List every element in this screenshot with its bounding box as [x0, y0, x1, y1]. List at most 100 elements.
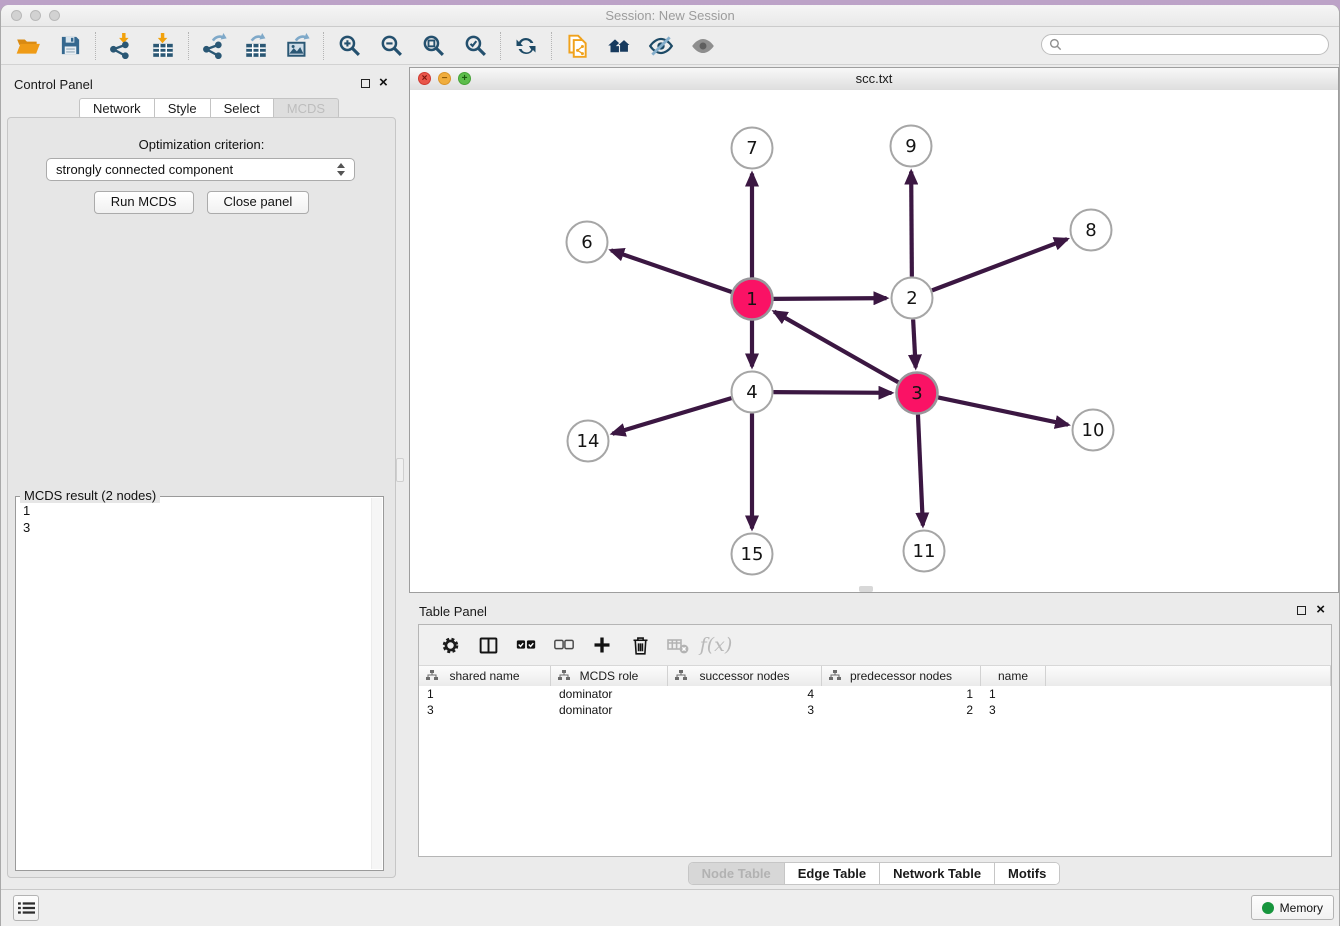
- task-history-button[interactable]: [13, 895, 39, 921]
- mcds-result-text[interactable]: 1 3: [17, 500, 371, 869]
- tab-style[interactable]: Style: [155, 98, 211, 119]
- table-settings-button[interactable]: [431, 630, 469, 660]
- zoom-out-icon: [379, 33, 404, 58]
- float-table-panel-icon[interactable]: [1297, 606, 1306, 615]
- zoom-out-button[interactable]: [370, 31, 412, 61]
- network-view-window: × − + scc.txt 7968124314101511: [409, 67, 1339, 593]
- column-header-predecessor-nodes[interactable]: predecessor nodes: [822, 666, 981, 686]
- network-window-title: scc.txt: [410, 68, 1338, 90]
- import-network-button[interactable]: [100, 31, 142, 61]
- table-rows: 1dominator4113dominator323: [419, 686, 1331, 856]
- fx-icon: f(x): [700, 634, 733, 656]
- edge-1-6[interactable]: [611, 250, 732, 292]
- edge-1-2[interactable]: [773, 298, 886, 299]
- edge-3-1[interactable]: [774, 312, 898, 383]
- column-header-successor-nodes[interactable]: successor nodes: [668, 666, 822, 686]
- edge-2-9[interactable]: [911, 171, 912, 276]
- import-table-button[interactable]: [142, 31, 184, 61]
- zoom-in-button[interactable]: [328, 31, 370, 61]
- column-header-name[interactable]: name: [981, 666, 1046, 686]
- tab-edge-table[interactable]: Edge Table: [784, 863, 879, 884]
- unchecked-boxes-icon: [553, 634, 575, 656]
- cell[interactable]: 2: [822, 702, 981, 718]
- tab-select[interactable]: Select: [211, 98, 274, 119]
- search-field[interactable]: [1041, 34, 1329, 55]
- close-table-panel-icon[interactable]: ×: [1316, 604, 1325, 616]
- column-header-MCDS-role[interactable]: MCDS role: [551, 666, 668, 686]
- float-panel-icon[interactable]: [361, 79, 370, 88]
- clone-network-button[interactable]: [556, 31, 598, 61]
- table-row[interactable]: 3dominator323: [419, 702, 1331, 718]
- checked-boxes-icon: [515, 634, 537, 656]
- cell[interactable]: 3: [668, 702, 822, 718]
- network-canvas[interactable]: 7968124314101511: [410, 90, 1338, 592]
- memory-button[interactable]: Memory: [1251, 895, 1334, 920]
- cell[interactable]: 1: [822, 686, 981, 702]
- toolbar-divider: [323, 32, 324, 60]
- function-builder-button[interactable]: f(x): [697, 630, 735, 660]
- save-session-button[interactable]: [49, 31, 91, 61]
- create-column-button[interactable]: [583, 630, 621, 660]
- close-panel-button[interactable]: Close panel: [207, 191, 310, 214]
- deselect-all-rows-button[interactable]: [545, 630, 583, 660]
- tab-network[interactable]: Network: [79, 98, 155, 119]
- cell[interactable]: 3: [981, 702, 1046, 718]
- delete-table-icon: [666, 633, 690, 657]
- save-icon: [59, 34, 82, 57]
- list-icon: [18, 901, 35, 915]
- zoom-selected-button[interactable]: [454, 31, 496, 61]
- cell[interactable]: dominator: [551, 702, 668, 718]
- first-neighbors-button[interactable]: [598, 31, 640, 61]
- table-panel: Table Panel ×: [409, 596, 1339, 890]
- cell[interactable]: 1: [981, 686, 1046, 702]
- toolbar-divider: [551, 32, 552, 60]
- edge-4-14[interactable]: [612, 398, 731, 434]
- search-icon: [1049, 38, 1062, 51]
- run-mcds-button[interactable]: Run MCDS: [94, 191, 194, 214]
- edge-2-3[interactable]: [913, 319, 916, 367]
- edge-3-10[interactable]: [938, 397, 1068, 424]
- apply-layout-button[interactable]: [505, 31, 547, 61]
- cell[interactable]: 3: [419, 702, 551, 718]
- window-title: Session: New Session: [1, 5, 1339, 26]
- graph-node-label-11: 11: [913, 541, 936, 562]
- show-details-button[interactable]: [682, 31, 724, 61]
- table-row[interactable]: 1dominator411: [419, 686, 1331, 702]
- optimization-criterion-select[interactable]: strongly connected component: [46, 158, 355, 181]
- trash-icon: [630, 635, 651, 656]
- cell[interactable]: dominator: [551, 686, 668, 702]
- graph-node-label-6: 6: [581, 232, 592, 253]
- toolbar-divider: [500, 32, 501, 60]
- mcds-result-scrollbar[interactable]: [371, 498, 382, 869]
- table-toolbar: f(x): [419, 625, 1331, 666]
- export-network-button[interactable]: [193, 31, 235, 61]
- network-graph[interactable]: 7968124314101511: [410, 90, 1338, 592]
- export-table-button[interactable]: [235, 31, 277, 61]
- tab-motifs[interactable]: Motifs: [994, 863, 1059, 884]
- edge-4-3[interactable]: [773, 392, 891, 393]
- import-table-icon: [150, 33, 176, 59]
- edge-2-8[interactable]: [932, 239, 1067, 290]
- cell[interactable]: 1: [419, 686, 551, 702]
- edge-3-11[interactable]: [918, 414, 923, 525]
- zoom-fit-button[interactable]: [412, 31, 454, 61]
- panel-splitter-handle[interactable]: [396, 458, 404, 482]
- tab-network-table[interactable]: Network Table: [879, 863, 994, 884]
- search-input[interactable]: [1067, 37, 1311, 53]
- open-session-button[interactable]: [7, 31, 49, 61]
- hide-details-button[interactable]: [640, 31, 682, 61]
- close-panel-icon[interactable]: ×: [379, 77, 388, 89]
- select-all-rows-button[interactable]: [507, 630, 545, 660]
- tab-node-table[interactable]: Node Table: [689, 863, 784, 884]
- column-header-shared-name[interactable]: shared name: [419, 666, 551, 686]
- delete-column-button[interactable]: [621, 630, 659, 660]
- export-image-button[interactable]: [277, 31, 319, 61]
- cell[interactable]: 4: [668, 686, 822, 702]
- network-hscroll-thumb[interactable]: [859, 586, 873, 592]
- column-header-filler: [1046, 666, 1331, 686]
- tab-mcds[interactable]: MCDS: [274, 98, 339, 119]
- control-panel-tabs: NetworkStyleSelectMCDS: [79, 98, 339, 119]
- column-visibility-button[interactable]: [469, 630, 507, 660]
- memory-status-icon: [1262, 902, 1274, 914]
- delete-table-button[interactable]: [659, 630, 697, 660]
